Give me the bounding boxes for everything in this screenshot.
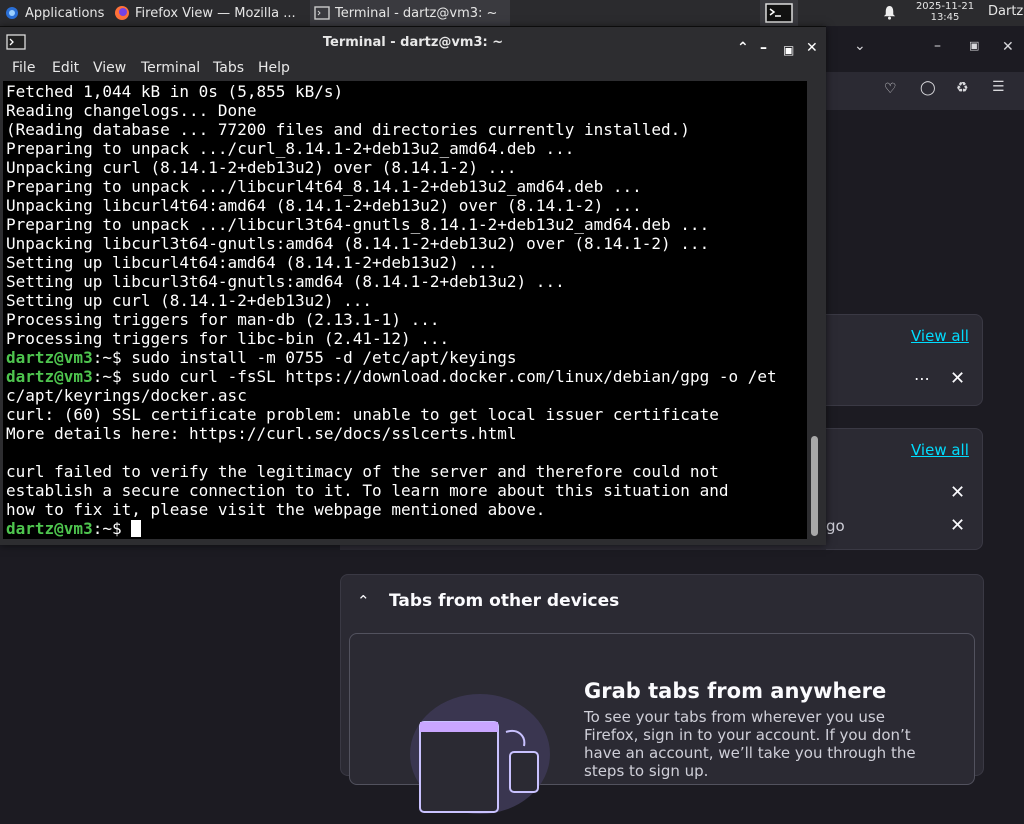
clock-date: 2025-11-21 bbox=[915, 1, 975, 12]
terminal-launcher[interactable] bbox=[760, 0, 798, 26]
terminal-output-line: Processing triggers for man-db (2.13.1-1… bbox=[6, 310, 440, 329]
terminal-window: Terminal - dartz@vm3: ~ ⌃ – ▣ ✕ File Edi… bbox=[0, 27, 826, 545]
promo-text: To see your tabs from wherever you use F… bbox=[584, 708, 916, 780]
shell-prompt: dartz@vm3 bbox=[6, 367, 93, 386]
menu-view[interactable]: View bbox=[93, 60, 126, 76]
terminal-icon bbox=[6, 34, 26, 50]
recent-card: View all ⋯ ✕ bbox=[826, 314, 983, 406]
shell-prompt: dartz@vm3 bbox=[6, 519, 93, 538]
menu-help[interactable]: Help bbox=[258, 60, 290, 76]
terminal-output-line: Reading changelogs... Done bbox=[6, 101, 257, 120]
terminal-output-line: Preparing to unpack .../libcurl3t64-gnut… bbox=[6, 215, 710, 234]
close-icon[interactable]: ✕ bbox=[950, 482, 965, 503]
terminal-output-line: Setting up libcurl3t64-gnutls:amd64 (8.1… bbox=[6, 272, 565, 291]
text-cursor bbox=[131, 520, 142, 537]
pocket-icon[interactable]: ♡ bbox=[884, 81, 897, 97]
terminal-output-line: Preparing to unpack .../curl_8.14.1-2+de… bbox=[6, 139, 575, 158]
section-title: Tabs from other devices bbox=[389, 591, 620, 611]
terminal-output-line: Unpacking libcurl4t64:amd64 (8.14.1-2+de… bbox=[6, 196, 642, 215]
history-card: View all ✕ go ✕ bbox=[826, 428, 983, 550]
close-icon[interactable]: ✕ bbox=[950, 368, 965, 389]
menu-file[interactable]: File bbox=[12, 60, 35, 76]
view-all-link[interactable]: View all bbox=[911, 441, 969, 459]
terminal-command-line: dartz@vm3:~$ sudo install -m 0755 -d /et… bbox=[6, 348, 777, 367]
chevron-down-icon[interactable]: ⌄ bbox=[854, 38, 866, 54]
more-icon[interactable]: ⋯ bbox=[914, 369, 930, 388]
window-titlebar[interactable]: Terminal - dartz@vm3: ~ ⌃ – ▣ ✕ bbox=[0, 27, 826, 58]
terminal-icon bbox=[314, 6, 330, 20]
close-icon[interactable]: ✕ bbox=[950, 515, 965, 536]
menu-edit[interactable]: Edit bbox=[52, 60, 79, 76]
terminal-output-line: how to fix it, please visit the webpage … bbox=[6, 500, 546, 519]
terminal-menubar: File Edit View Terminal Tabs Help bbox=[0, 58, 826, 80]
xfce-logo-icon bbox=[6, 7, 18, 19]
account-icon[interactable]: ◯ bbox=[920, 80, 936, 96]
close-icon[interactable]: ✕ bbox=[1002, 39, 1014, 55]
terminal-output-line: c/apt/keyrings/docker.asc bbox=[6, 386, 247, 405]
terminal-output-line: More details here: https://curl.se/docs/… bbox=[6, 424, 517, 443]
minimize-icon[interactable]: – bbox=[934, 38, 941, 54]
firefox-tabbar: ⌄ – ▣ ✕ bbox=[826, 26, 1024, 72]
terminal-command-line: dartz@vm3:~$ bbox=[6, 519, 777, 538]
terminal-output-line: Setting up curl (8.14.1-2+deb13u2) ... bbox=[6, 291, 373, 310]
terminal-output-line: Fetched 1,044 kB in 0s (5,855 kB/s) bbox=[6, 82, 344, 101]
notification-bell-icon[interactable] bbox=[882, 5, 897, 20]
terminal-screen[interactable]: Fetched 1,044 kB in 0s (5,855 kB/s) Readi… bbox=[3, 81, 807, 539]
user-menu[interactable]: Dartz bbox=[988, 4, 1023, 19]
terminal-output: Fetched 1,044 kB in 0s (5,855 kB/s) Readi… bbox=[6, 82, 777, 538]
terminal-output-line: establish a secure connection to it. To … bbox=[6, 481, 729, 500]
terminal-output-line: (Reading database ... 77200 files and di… bbox=[6, 120, 690, 139]
promo-title: Grab tabs from anywhere bbox=[584, 679, 887, 703]
chevron-up-icon[interactable]: ⌃ bbox=[357, 592, 370, 610]
terminal-command-line: dartz@vm3:~$ sudo curl -fsSL https://dow… bbox=[6, 367, 777, 386]
command-text: sudo install -m 0755 -d /etc/apt/keyings bbox=[131, 348, 517, 367]
devices-illustration-icon bbox=[410, 694, 550, 814]
prompt-suffix: :~$ bbox=[92, 519, 132, 538]
clock[interactable]: 2025-11-21 13:45 bbox=[906, 1, 984, 23]
menu-icon[interactable]: ☰ bbox=[992, 79, 1005, 95]
taskbar-item-terminal[interactable]: Terminal - dartz@vm3: ~ bbox=[310, 0, 510, 26]
menu-tabs[interactable]: Tabs bbox=[213, 60, 244, 76]
extensions-icon[interactable]: ♻ bbox=[956, 80, 969, 96]
firefox-icon bbox=[115, 6, 129, 20]
terminal-output-line: Unpacking curl (8.14.1-2+deb13u2) over (… bbox=[6, 158, 517, 177]
terminal-output-line: curl failed to verify the legitimacy of … bbox=[6, 462, 719, 481]
window-title: Terminal - dartz@vm3: ~ bbox=[322, 35, 504, 50]
prompt-suffix: :~$ bbox=[92, 367, 132, 386]
terminal-icon bbox=[765, 3, 793, 23]
terminal-output-line: Unpacking libcurl3t64-gnutls:amd64 (8.14… bbox=[6, 234, 710, 253]
terminal-output-line: Preparing to unpack .../libcurl4t64_8.14… bbox=[6, 177, 642, 196]
terminal-output-line: Setting up libcurl4t64:amd64 (8.14.1-2+d… bbox=[6, 253, 498, 272]
top-panel: Applications Firefox View — Mozilla ... … bbox=[0, 0, 1024, 27]
terminal-output-line: curl: (60) SSL certificate problem: unab… bbox=[6, 405, 719, 424]
taskbar-item-firefox[interactable]: Firefox View — Mozilla ... bbox=[110, 0, 310, 26]
applications-label: Applications bbox=[25, 5, 105, 21]
menu-terminal[interactable]: Terminal bbox=[141, 60, 200, 76]
prompt-suffix: :~$ bbox=[92, 348, 132, 367]
command-text: sudo curl -fsSL https://download.docker.… bbox=[131, 367, 777, 386]
terminal-output-line: Processing triggers for libc-bin (2.41-1… bbox=[6, 329, 450, 348]
maximize-icon[interactable]: ▣ bbox=[969, 39, 979, 52]
taskbar-item-label: Terminal - dartz@vm3: ~ bbox=[335, 5, 498, 21]
firefox-toolbar: ♡ ◯ ♻ ☰ bbox=[826, 72, 1024, 110]
shell-prompt: dartz@vm3 bbox=[6, 348, 93, 367]
scrollbar-thumb[interactable] bbox=[811, 436, 818, 536]
history-item-fragment: go bbox=[826, 517, 845, 535]
clock-time: 13:45 bbox=[930, 12, 960, 23]
taskbar-item-label: Firefox View — Mozilla ... bbox=[135, 5, 296, 21]
applications-menu[interactable]: Applications bbox=[0, 0, 108, 26]
view-all-link[interactable]: View all bbox=[911, 327, 969, 345]
